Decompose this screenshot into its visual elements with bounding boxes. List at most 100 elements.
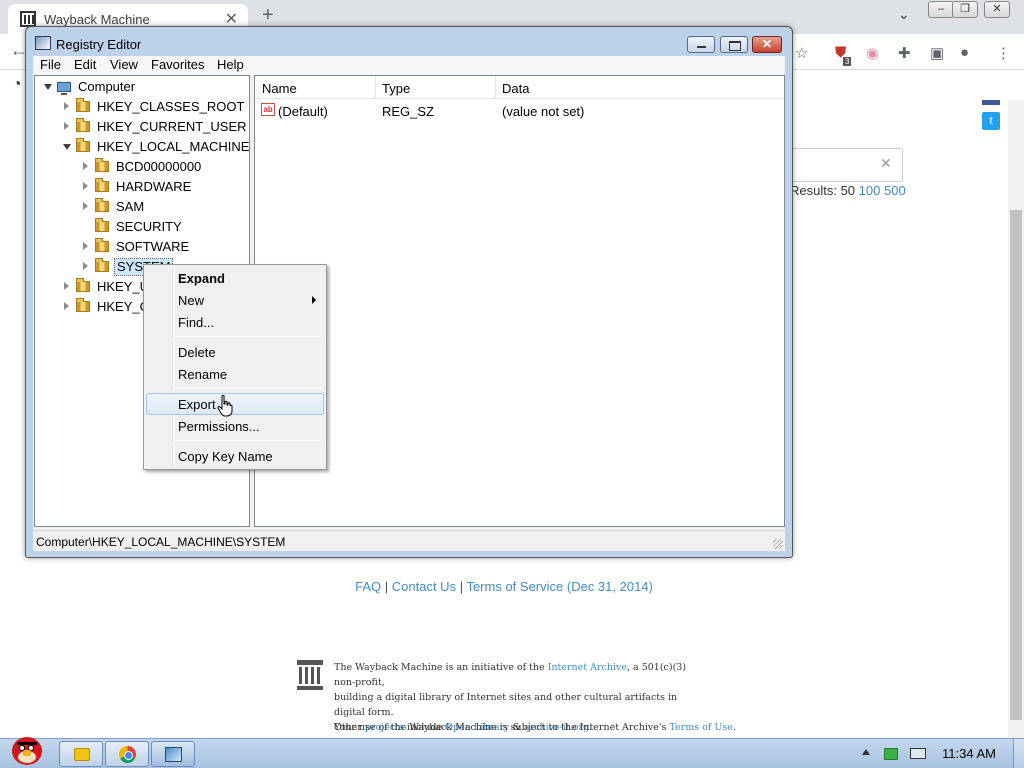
expand-arrow-icon[interactable]: [83, 242, 88, 250]
tree-node-label: HKEY_CURRENT_USER: [97, 119, 247, 134]
column-headers: Name Type Data: [255, 76, 784, 99]
faq-link[interactable]: FAQ: [355, 579, 381, 594]
tree-node-label: SOFTWARE: [116, 239, 190, 254]
context-menu-delete[interactable]: Delete: [146, 341, 324, 363]
expand-arrow-icon[interactable]: [83, 202, 88, 210]
terms-of-use-link[interactable]: Terms of Use: [669, 722, 732, 733]
column-divider[interactable]: [375, 76, 376, 99]
browser-tab-title: Wayback Machine: [44, 12, 150, 27]
context-menu-expand[interactable]: Expand: [146, 267, 324, 289]
taskbar-regedit-button[interactable]: [151, 741, 195, 767]
context-menu-label: Expand: [178, 271, 225, 286]
extensions-puzzle-icon[interactable]: ✚: [898, 44, 911, 62]
regedit-icon: [165, 747, 182, 762]
expand-arrow-icon[interactable]: [64, 282, 69, 290]
column-name-header[interactable]: Name: [262, 81, 297, 96]
status-bar: Computer\HKEY_LOCAL_MACHINE\SYSTEM: [33, 530, 785, 551]
new-tab-button[interactable]: +: [262, 4, 274, 27]
folder-icon: [95, 178, 109, 192]
context-menu-permissions[interactable]: Permissions...: [146, 415, 324, 437]
menu-view[interactable]: View: [110, 57, 138, 72]
network-icon[interactable]: [910, 748, 926, 759]
context-menu-new[interactable]: New: [146, 289, 324, 311]
taskbar-explorer-button[interactable]: [59, 741, 103, 767]
start-button[interactable]: [4, 731, 48, 768]
collapse-arrow-icon[interactable]: [63, 144, 71, 150]
tree-node-label: Computer: [78, 79, 136, 94]
internet-archive-link[interactable]: Internet Archive: [548, 662, 627, 673]
browser-close-button[interactable]: ✕: [984, 1, 1010, 18]
resize-grip-icon[interactable]: [773, 539, 783, 549]
context-menu-find[interactable]: Find...: [146, 311, 324, 333]
context-menu-rename[interactable]: Rename: [146, 363, 324, 385]
search-clear-icon[interactable]: ✕: [880, 155, 892, 172]
contact-us-link[interactable]: Contact Us: [392, 579, 456, 594]
taskbar-clock[interactable]: 11:34 AM: [942, 746, 996, 761]
menu-file[interactable]: File: [40, 57, 61, 72]
computer-icon: [57, 82, 71, 95]
column-divider[interactable]: [495, 76, 496, 99]
folder-icon: [76, 138, 90, 152]
results-100-link[interactable]: 100: [859, 183, 881, 198]
value-row[interactable]: ab (Default) REG_SZ (value not set): [255, 100, 784, 120]
context-menu-label: Permissions...: [178, 419, 260, 434]
folder-icon: [76, 298, 90, 312]
profile-avatar-icon[interactable]: ●: [960, 44, 969, 61]
context-menu-label: Rename: [178, 367, 228, 382]
facebook-icon[interactable]: [982, 100, 1000, 105]
registry-editor-icon: [35, 36, 51, 50]
terms-of-use-notice: Your use of the Wayback Machine is subje…: [334, 722, 736, 733]
folder-icon: [76, 118, 90, 132]
extension-flag-icon[interactable]: ◉: [866, 44, 879, 62]
taskbar-chrome-button[interactable]: [105, 741, 149, 767]
internet-archive-favicon-icon: [20, 11, 36, 27]
maximize-button[interactable]: [720, 36, 748, 53]
menu-edit[interactable]: Edit: [74, 57, 96, 72]
battery-icon[interactable]: [884, 748, 898, 760]
folder-icon: [95, 158, 109, 172]
show-hidden-icons-icon[interactable]: [862, 749, 870, 755]
internet-archive-logo-icon: [297, 660, 323, 690]
page-scrollbar[interactable]: [1008, 100, 1024, 740]
menu-help[interactable]: Help: [217, 57, 244, 72]
expand-arrow-icon[interactable]: [83, 162, 88, 170]
folder-icon: [95, 198, 109, 212]
bookmark-star-icon[interactable]: ☆: [795, 44, 808, 62]
column-data-header[interactable]: Data: [502, 81, 529, 96]
collapse-arrow-icon[interactable]: [44, 84, 52, 90]
side-panel-icon[interactable]: ▣: [930, 44, 944, 62]
page-scrollbar-thumb[interactable]: [1010, 210, 1022, 720]
ia-text-part: building a digital library of Internet s…: [334, 692, 678, 718]
browser-menu-icon[interactable]: ⋮: [996, 44, 1011, 62]
results-500-link[interactable]: 500: [884, 183, 906, 198]
expand-arrow-icon[interactable]: [64, 122, 69, 130]
values-list[interactable]: Name Type Data ab (Default) REG_SZ (valu…: [254, 75, 785, 527]
expand-arrow-icon[interactable]: [83, 182, 88, 190]
browser-minimize-button[interactable]: –: [928, 1, 954, 18]
terms-of-service-link[interactable]: Terms of Service (Dec 31, 2014): [466, 579, 652, 594]
minimize-button[interactable]: [687, 36, 715, 53]
tree-node-label: HKEY_LOCAL_MACHINE: [97, 139, 250, 154]
expand-arrow-icon[interactable]: [83, 262, 88, 270]
context-menu-export[interactable]: Export: [146, 393, 324, 415]
close-button[interactable]: ✕: [752, 36, 782, 53]
context-menu-copy-key-name[interactable]: Copy Key Name: [146, 445, 324, 467]
show-desktop-button[interactable]: [1013, 739, 1024, 768]
tab-search-dropdown-icon[interactable]: ⌄: [898, 6, 910, 23]
expand-arrow-icon[interactable]: [64, 302, 69, 310]
file-explorer-icon: [74, 748, 90, 761]
ia-text-part: The Wayback Machine is an initiative of …: [334, 662, 548, 673]
expand-arrow-icon[interactable]: [64, 102, 69, 110]
ia-use-text: Your use of the Wayback Machine is subje…: [334, 722, 670, 733]
tree-node-label: SECURITY: [116, 219, 182, 234]
folder-icon: [95, 218, 109, 232]
window-titlebar[interactable]: Registry Editor ✕: [26, 27, 792, 57]
browser-restore-button[interactable]: ❐: [952, 1, 978, 18]
registry-editor-window: Registry Editor ✕ File Edit View Favorit…: [25, 26, 793, 558]
menu-favorites[interactable]: Favorites: [151, 57, 204, 72]
column-type-header[interactable]: Type: [382, 81, 410, 96]
twitter-icon[interactable]: t: [982, 112, 1000, 130]
chrome-icon: [119, 746, 136, 763]
footer-separator: |: [381, 579, 392, 594]
folder-icon: [76, 278, 90, 292]
